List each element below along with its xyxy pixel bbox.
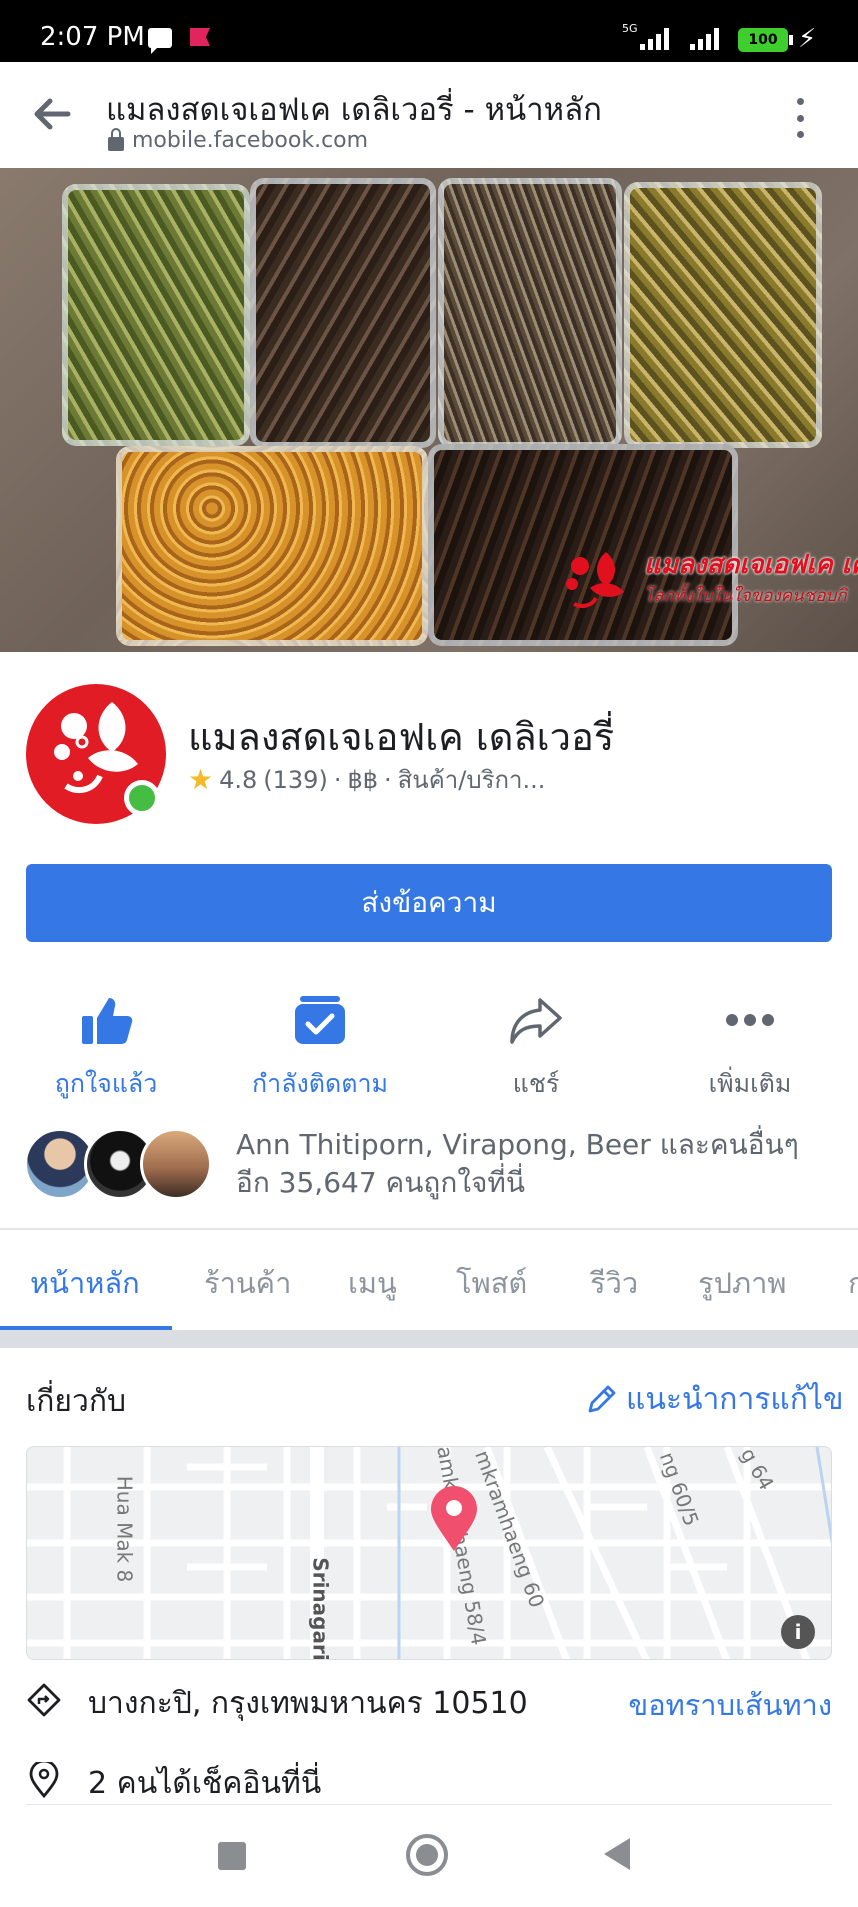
address-text: บางกะปิ, กรุงเทพมหานคร 10510 xyxy=(88,1686,528,1721)
page-category: สินค้า/บริกา... xyxy=(397,766,546,794)
rating-value: 4.8 xyxy=(219,765,258,794)
more-options-icon[interactable] xyxy=(790,98,810,138)
following-button[interactable]: กำลังติดตาม xyxy=(220,990,420,1104)
about-title: เกี่ยวกับ xyxy=(26,1384,127,1419)
map-pin-icon xyxy=(431,1486,477,1551)
tab-menu[interactable]: เมนู xyxy=(348,1260,397,1306)
system-nav-bar xyxy=(0,1806,858,1907)
following-label: กำลังติดตาม xyxy=(252,1069,388,1098)
friend-avatar[interactable] xyxy=(140,1128,212,1200)
section-separator xyxy=(0,1330,858,1348)
tab-shop[interactable]: ร้านค้า xyxy=(204,1260,291,1306)
signal-icon-2 xyxy=(690,28,719,50)
more-dots-icon xyxy=(726,1014,774,1026)
directions-icon xyxy=(27,1683,61,1717)
share-button[interactable]: แชร์ xyxy=(436,990,636,1104)
network-type: 5G xyxy=(622,22,638,35)
status-time: 2:07 PM xyxy=(40,22,145,52)
pencil-icon xyxy=(588,1385,616,1412)
price-range: ฿฿ xyxy=(347,765,379,794)
address-row: บางกะปิ, กรุงเทพมหานคร 10510 ขอทราบเส้นท… xyxy=(26,1676,832,1726)
divider xyxy=(26,1804,832,1805)
battery-tip xyxy=(789,35,793,45)
url-text: mobile.facebook.com xyxy=(132,128,369,153)
share-arrow-icon xyxy=(510,998,562,1044)
thumbs-up-icon xyxy=(82,998,133,1044)
status-bar: 2:07 PM 5G 100 ⚡ xyxy=(0,0,858,62)
more-button[interactable]: เพิ่มเติม xyxy=(650,990,850,1104)
battery-icon: 100 xyxy=(738,28,788,52)
like-button[interactable]: ถูกใจแล้ว xyxy=(6,990,206,1104)
page-name: แมลงสดเจเอฟเค เดลิเวอรี่ xyxy=(188,715,615,759)
map-street-label: Hua Mak 8 xyxy=(112,1475,137,1583)
brand-logo-icon xyxy=(566,552,624,608)
like-label: ถูกใจแล้ว xyxy=(54,1069,158,1098)
map-street-label: Srinagari xyxy=(308,1557,333,1660)
signal-icon xyxy=(640,28,669,50)
tab-posts[interactable]: โพสต์ xyxy=(456,1260,527,1306)
watermark-subtitle: โลกทั้งใบในใจของคนชอบกิ xyxy=(644,586,847,606)
insect-tray xyxy=(62,184,250,446)
location-pin-icon xyxy=(29,1762,59,1798)
more-label: เพิ่มเติม xyxy=(708,1069,792,1098)
checkin-text: 2 คนได้เช็คอินที่นี่ xyxy=(88,1766,322,1801)
separator: · xyxy=(333,765,342,794)
location-map[interactable]: Hua Mak 8 Srinagari Ramkhamhaeng 58/4 mk… xyxy=(26,1446,832,1660)
tab-home[interactable]: หน้าหลัก xyxy=(30,1260,140,1306)
online-status-badge xyxy=(124,780,160,816)
friends-like-text[interactable]: Ann Thitiporn, Virapong, Beer และคนอื่นๆ… xyxy=(236,1126,836,1202)
review-count[interactable]: (139) xyxy=(263,766,328,794)
share-label: แชร์ xyxy=(512,1069,560,1098)
suggest-edit-link[interactable]: แนะนำการแก้ไข xyxy=(584,1376,844,1423)
back-icon[interactable] xyxy=(604,1838,630,1870)
star-icon: ★ xyxy=(188,763,214,796)
suggest-edit-label: แนะนำการแก้ไข xyxy=(626,1382,844,1417)
insect-tray xyxy=(250,178,436,448)
home-icon[interactable] xyxy=(406,1834,448,1876)
map-roads xyxy=(27,1447,831,1659)
back-arrow-icon[interactable] xyxy=(30,92,74,136)
page-meta: ★ 4.8 (139) · ฿฿ · สินค้า/บริกา... xyxy=(188,760,545,799)
get-directions-link[interactable]: ขอทราบเส้นทาง xyxy=(628,1682,832,1728)
checkin-row: 2 คนได้เช็คอินที่นี่ xyxy=(26,1756,832,1806)
map-info-icon[interactable]: i xyxy=(781,1615,815,1649)
flag-icon xyxy=(190,28,210,46)
recent-apps-icon[interactable] xyxy=(218,1842,246,1870)
insect-tray xyxy=(116,446,428,646)
browser-bar: แมลงสดเจเอฟเค เดลิเวอรี่ - หน้าหลัก mobi… xyxy=(0,62,858,168)
send-message-button[interactable]: ส่งข้อความ xyxy=(26,864,832,942)
browser-page-title: แมลงสดเจเอฟเค เดลิเวอรี่ - หน้าหลัก xyxy=(106,92,602,128)
insect-tray xyxy=(624,182,822,448)
cover-photo[interactable]: แมลงสดเจเอฟเค เค โลกทั้งใบในใจของคนชอบกิ xyxy=(0,168,858,652)
page-tabs: หน้าหลัก ร้านค้า เมนู โพสต์ รีวิว รูปภาพ… xyxy=(0,1230,858,1330)
cover-watermark: แมลงสดเจเอฟเค เค โลกทั้งใบในใจของคนชอบกิ xyxy=(560,538,858,618)
url-display[interactable]: mobile.facebook.com xyxy=(108,127,369,153)
lock-icon xyxy=(108,127,124,151)
charging-icon: ⚡ xyxy=(798,24,817,54)
separator: · xyxy=(384,765,392,794)
tab-reviews[interactable]: รีวิว xyxy=(590,1260,638,1306)
tab-photos[interactable]: รูปภาพ xyxy=(698,1260,787,1306)
tab-more[interactable]: ก xyxy=(848,1260,858,1306)
message-icon xyxy=(148,28,172,54)
following-check-icon xyxy=(295,996,345,1044)
watermark-title: แมลงสดเจเอฟเค เค xyxy=(644,550,858,580)
insect-tray xyxy=(438,178,622,448)
